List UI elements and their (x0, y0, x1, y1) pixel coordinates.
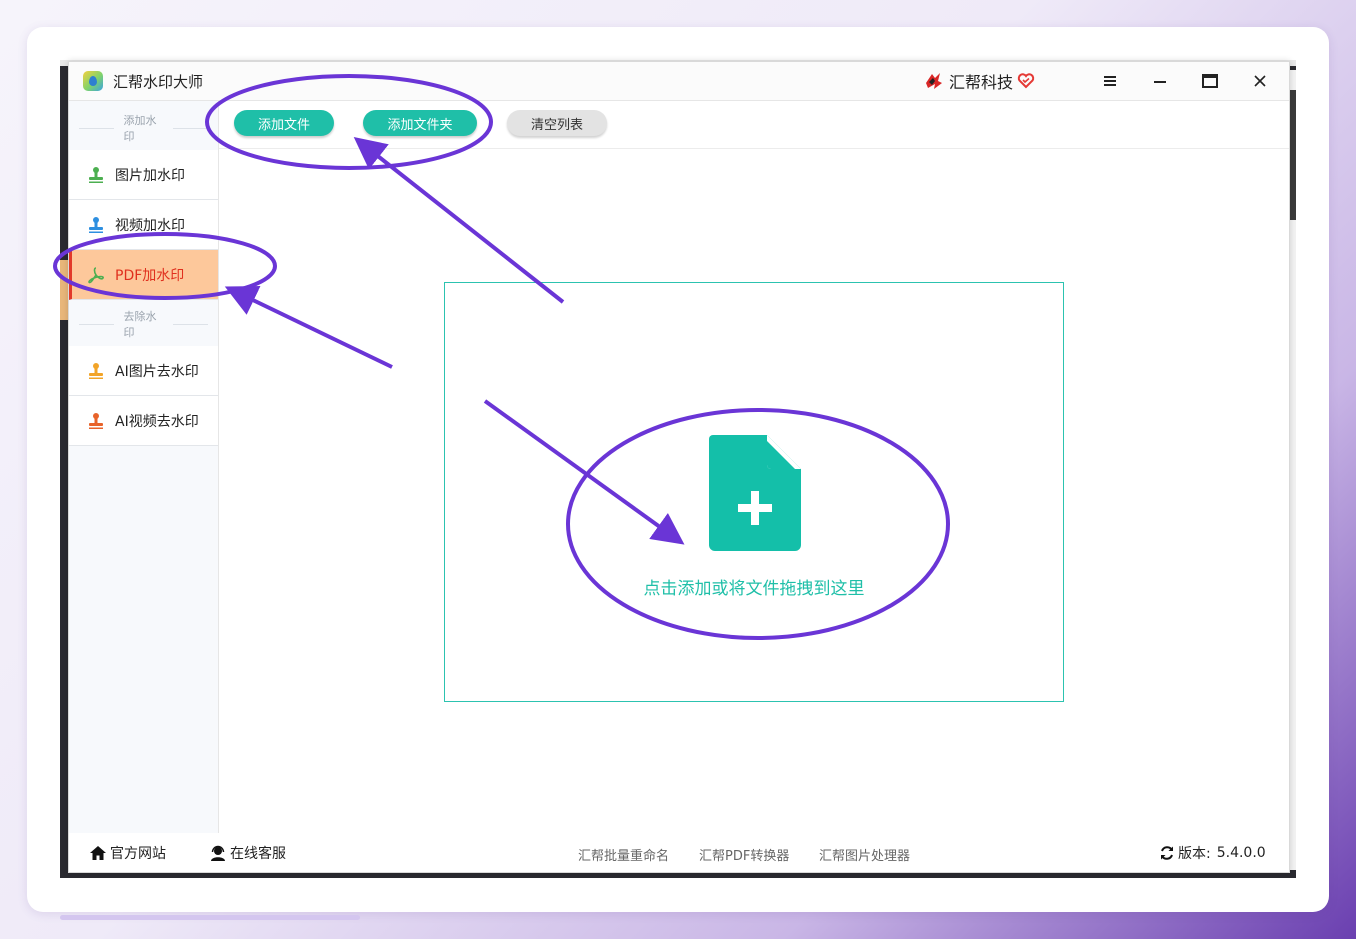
stamp-icon (89, 412, 103, 429)
drop-zone-hint: 点击添加或将文件拖拽到这里 (643, 579, 865, 599)
file-add-icon (709, 435, 801, 551)
support-link[interactable]: 在线客服 (209, 843, 286, 863)
sidebar-item-ai-image-remove[interactable]: AI图片去水印 (69, 346, 218, 396)
sidebar-item-label: AI图片去水印 (115, 363, 199, 380)
stamp-icon (89, 362, 103, 379)
close-icon[interactable] (1249, 70, 1271, 92)
section-label-add: 添加水印 (69, 114, 218, 143)
brand[interactable]: 汇帮科技 (923, 70, 1035, 92)
section-label-remove: 去除水印 (69, 310, 218, 339)
minimize-icon[interactable] (1149, 70, 1171, 92)
refresh-icon (1161, 846, 1173, 860)
title-bar[interactable]: 汇帮水印大师 汇帮科技 (69, 62, 1289, 101)
add-folder-button[interactable]: 添加文件夹 (363, 110, 477, 136)
sidebar: 添加水印 图片加水印 视频加水印 PDF加水印 去除水印 AI图片去水印 AI视… (69, 101, 219, 833)
sidebar-item-label: 图片加水印 (115, 167, 185, 184)
website-link[interactable]: 官方网站 (89, 843, 166, 863)
app-window: 汇帮水印大师 汇帮科技 添加水印 图片加水印 视频加水印 PDF加水印 去除水印… (68, 61, 1290, 873)
headset-icon (211, 845, 225, 861)
sidebar-item-label: AI视频去水印 (115, 413, 199, 430)
stamp-icon (89, 216, 103, 233)
app-logo-icon (83, 71, 103, 91)
toolbar: 添加文件 添加文件夹 清空列表 (219, 101, 1289, 149)
support-label: 在线客服 (230, 846, 286, 862)
footer-tool-image-processor[interactable]: 汇帮图片处理器 (819, 845, 910, 864)
footer: 官方网站 在线客服 汇帮批量重命名 汇帮PDF转换器 汇帮图片处理器 版本: 5… (69, 833, 1289, 872)
app-title: 汇帮水印大师 (113, 73, 204, 91)
sidebar-item-image-watermark[interactable]: 图片加水印 (69, 150, 218, 200)
maximize-icon[interactable] (1199, 70, 1221, 92)
version-value: 5.4.0.0 (1216, 845, 1266, 861)
menu-icon[interactable] (1099, 70, 1121, 92)
decorative-strip (60, 915, 360, 920)
clear-list-button[interactable]: 清空列表 (507, 110, 607, 136)
brand-name: 汇帮科技 (949, 73, 1014, 92)
sidebar-item-label: PDF加水印 (115, 267, 185, 284)
sidebar-item-pdf-watermark[interactable]: PDF加水印 (69, 250, 218, 300)
brand-logo-icon (926, 73, 942, 89)
home-icon (90, 846, 106, 860)
add-file-button[interactable]: 添加文件 (234, 110, 334, 136)
version-label: 版本: (1178, 846, 1211, 862)
footer-tool-rename[interactable]: 汇帮批量重命名 (578, 845, 669, 864)
sidebar-item-label: 视频加水印 (115, 217, 185, 234)
pdf-icon (88, 266, 104, 283)
heart-icon[interactable] (1017, 72, 1035, 90)
sidebar-item-ai-video-remove[interactable]: AI视频去水印 (69, 396, 218, 446)
version-info[interactable]: 版本: 5.4.0.0 (1159, 843, 1266, 863)
stamp-icon (89, 166, 103, 183)
website-label: 官方网站 (110, 846, 166, 862)
file-drop-zone[interactable]: 点击添加或将文件拖拽到这里 (444, 282, 1064, 702)
sidebar-item-video-watermark[interactable]: 视频加水印 (69, 200, 218, 250)
footer-tool-pdf-converter[interactable]: 汇帮PDF转换器 (699, 845, 789, 864)
